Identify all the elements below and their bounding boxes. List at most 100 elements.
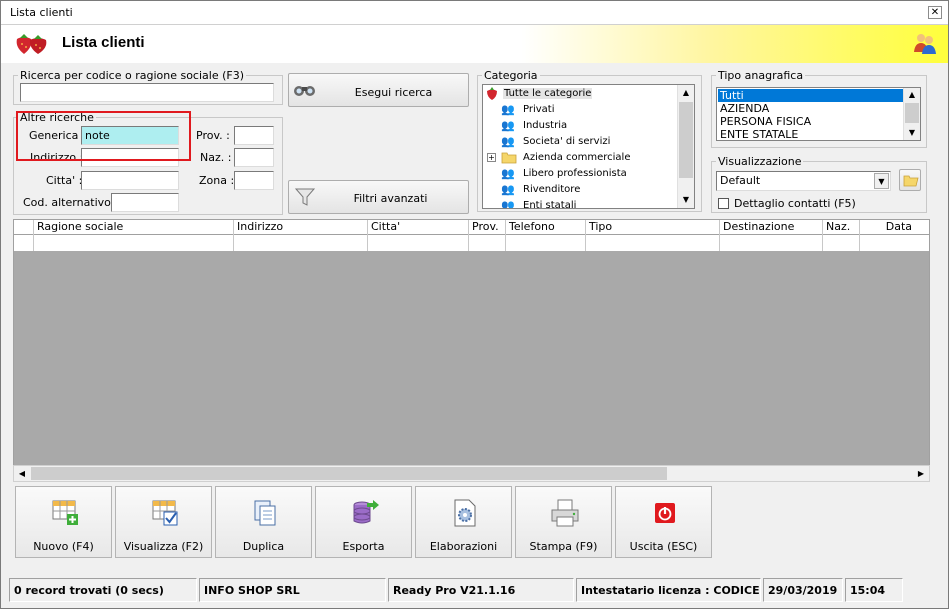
table-cell xyxy=(34,235,234,251)
export-button-label: Esporta xyxy=(342,540,385,553)
scroll-thumb[interactable] xyxy=(31,467,667,480)
prov-input[interactable] xyxy=(234,126,274,145)
scroll-up-icon[interactable]: ▲ xyxy=(678,85,694,101)
column-header[interactable]: Data xyxy=(860,220,930,235)
tipo-item[interactable]: PERSONA FISICA xyxy=(718,115,903,128)
search-button[interactable]: Esegui ricerca xyxy=(288,73,469,107)
tree-item-label: Societa' di servizi xyxy=(523,136,611,147)
category-tree[interactable]: Tutte le categorie 👥 Privati 👥 Industria… xyxy=(482,84,695,209)
category-group-label: Categoria xyxy=(484,69,538,82)
process-button[interactable]: Elaborazioni xyxy=(415,486,512,558)
tree-item-label: Tutte le categorie xyxy=(503,88,593,99)
new-button[interactable]: Nuovo (F4) xyxy=(15,486,112,558)
page-title: Lista clienti xyxy=(62,34,145,51)
column-header[interactable]: Destinazione xyxy=(720,220,823,235)
table-cell xyxy=(506,235,586,251)
tipo-group-label: Tipo anagrafica xyxy=(718,69,804,82)
people-icon: 👥 xyxy=(501,167,515,180)
table-cell xyxy=(368,235,469,251)
print-button-label: Stampa (F9) xyxy=(529,540,598,553)
power-icon xyxy=(655,503,675,523)
search-input[interactable] xyxy=(20,83,274,102)
scroll-left-icon[interactable]: ◀ xyxy=(14,466,30,481)
print-button[interactable]: Stampa (F9) xyxy=(515,486,612,558)
column-header[interactable]: Prov. xyxy=(469,220,506,235)
column-header[interactable]: Ragione sociale xyxy=(34,220,234,235)
column-header[interactable]: Naz. xyxy=(823,220,860,235)
view-button-label: Visualizza (F2) xyxy=(123,540,204,553)
scroll-right-icon[interactable]: ▶ xyxy=(913,466,929,481)
scroll-down-icon[interactable]: ▼ xyxy=(904,126,920,140)
citta-label: Citta' : xyxy=(46,174,83,187)
close-button[interactable]: ✕ xyxy=(928,6,942,19)
people-icon: 👥 xyxy=(501,135,515,148)
folder-icon xyxy=(501,152,517,164)
strawberry-icon xyxy=(487,87,497,100)
column-header[interactable]: Citta' xyxy=(368,220,469,235)
exit-button[interactable]: Uscita (ESC) xyxy=(615,486,712,558)
search-button-label: Esegui ricerca xyxy=(354,86,433,99)
table-cell xyxy=(720,235,823,251)
open-folder-button[interactable] xyxy=(899,169,921,191)
zona-input[interactable] xyxy=(234,171,274,190)
exit-button-label: Uscita (ESC) xyxy=(629,540,698,553)
cod-alternativo-input[interactable] xyxy=(111,193,179,212)
window-title: Lista clienti xyxy=(10,6,73,19)
grid-empty-area xyxy=(13,251,930,465)
database-export-icon xyxy=(353,500,379,524)
tree-item-label: Privati xyxy=(523,104,555,115)
advanced-filters-button[interactable]: Filtri avanzati xyxy=(288,180,469,214)
tipo-item[interactable]: AZIENDA xyxy=(718,102,903,115)
title-bar: Lista clienti ✕ xyxy=(1,1,948,25)
table-cell xyxy=(823,235,860,251)
status-company: INFO SHOP SRL xyxy=(199,578,386,602)
cod-alternativo-label: Cod. alternativo : xyxy=(23,196,119,209)
status-bar: 0 record trovati (0 secs) INFO SHOP SRL … xyxy=(1,578,948,608)
grid-header: Ragione sociale Indirizzo Citta' Prov. T… xyxy=(13,219,930,235)
chevron-down-icon[interactable]: ▼ xyxy=(874,173,889,189)
tipo-item[interactable]: Tutti xyxy=(718,89,903,102)
naz-input[interactable] xyxy=(234,148,274,167)
table-cell xyxy=(14,235,34,251)
category-scrollbar[interactable]: ▲ ▼ xyxy=(677,85,694,208)
tree-item-label: Enti statali xyxy=(523,200,577,209)
table-cell xyxy=(234,235,368,251)
header-banner: Lista clienti xyxy=(1,25,948,63)
printer-icon xyxy=(551,499,579,527)
scroll-up-icon[interactable]: ▲ xyxy=(904,88,920,102)
status-records: 0 record trovati (0 secs) xyxy=(9,578,197,602)
scroll-thumb[interactable] xyxy=(905,103,919,123)
zona-label: Zona : xyxy=(199,174,235,187)
expand-icon[interactable]: + xyxy=(487,153,496,162)
column-header[interactable]: Indirizzo xyxy=(234,220,368,235)
people-icon: 👥 xyxy=(501,119,515,132)
tree-item-label: Rivenditore xyxy=(523,184,581,195)
view-select-value: Default xyxy=(720,174,761,187)
status-time: 15:04 xyxy=(845,578,903,602)
column-header[interactable]: Telefono xyxy=(506,220,586,235)
column-header[interactable]: Tipo xyxy=(586,220,720,235)
scroll-down-icon[interactable]: ▼ xyxy=(678,192,694,208)
duplicate-button[interactable]: Duplica xyxy=(215,486,312,558)
tipo-listbox[interactable]: Tutti AZIENDA PERSONA FISICA ENTE STATAL… xyxy=(716,87,921,141)
detail-label: Dettaglio contatti (F5) xyxy=(734,197,856,210)
highlight-box xyxy=(16,111,191,161)
table-cell xyxy=(469,235,506,251)
view-button[interactable]: Visualizza (F2) xyxy=(115,486,212,558)
grid-horizontal-scrollbar[interactable]: ◀ ▶ xyxy=(13,465,930,482)
strawberry-icon xyxy=(16,34,47,54)
tipo-scrollbar[interactable]: ▲ ▼ xyxy=(903,88,920,140)
table-row[interactable] xyxy=(13,235,930,251)
view-select[interactable]: Default ▼ xyxy=(716,171,891,191)
table-cell xyxy=(586,235,720,251)
citta-input[interactable] xyxy=(81,171,179,190)
tipo-item[interactable]: ENTE STATALE xyxy=(718,128,903,140)
export-button[interactable]: Esporta xyxy=(315,486,412,558)
detail-checkbox[interactable] xyxy=(718,198,729,209)
scroll-thumb[interactable] xyxy=(679,102,693,178)
search-group-label: Ricerca per codice o ragione sociale (F3… xyxy=(20,69,245,82)
tree-item-label: Libero professionista xyxy=(523,168,627,179)
duplicate-button-label: Duplica xyxy=(242,540,285,553)
process-button-label: Elaborazioni xyxy=(429,540,498,553)
new-grid-icon xyxy=(52,500,78,525)
